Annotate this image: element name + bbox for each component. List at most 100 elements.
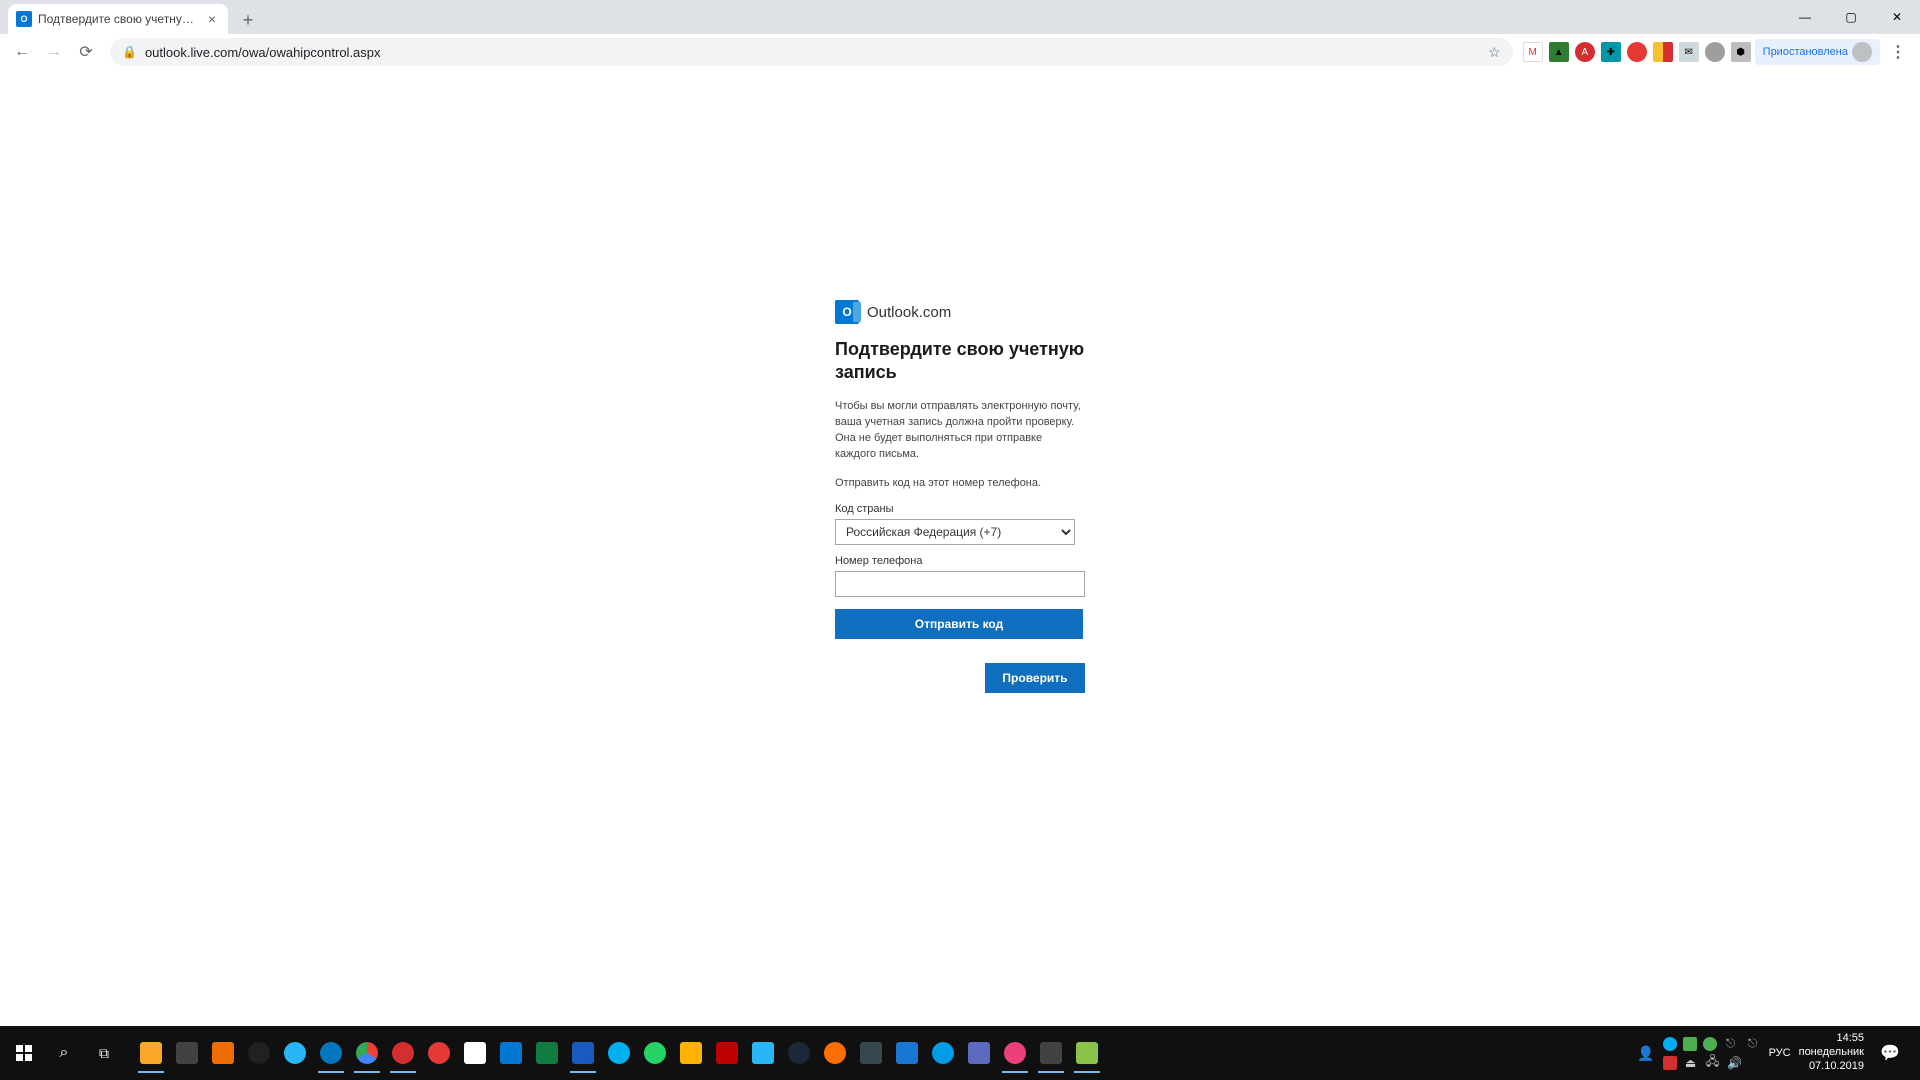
taskbar-explorer[interactable] — [134, 1033, 168, 1073]
task-view-icon: ⧉ — [99, 1045, 109, 1062]
taskbar-store[interactable] — [458, 1033, 492, 1073]
tray-icon[interactable]: ⎋ — [1723, 1036, 1739, 1052]
tray-icon[interactable]: ⎋ — [1745, 1036, 1761, 1052]
outlook-logo-icon: O — [835, 300, 859, 324]
action-center-button[interactable]: 💬 — [1872, 1033, 1908, 1073]
verify-card: O Outlook.com Подтвердите свою учетную з… — [835, 300, 1085, 1026]
forward-button[interactable]: → — [40, 38, 68, 66]
brand-row: O Outlook.com — [835, 300, 1085, 324]
brand-text: Outlook.com — [867, 304, 951, 321]
taskbar-ie[interactable] — [278, 1033, 312, 1073]
close-tab-icon[interactable]: × — [204, 11, 220, 27]
taskbar-skype[interactable] — [602, 1033, 636, 1073]
tab-title: Подтвердите свою учетную за — [38, 12, 198, 26]
tray-network-icon[interactable]: 🖧 — [1705, 1055, 1721, 1071]
taskbar-app[interactable] — [890, 1033, 924, 1073]
country-label: Код страны — [835, 503, 1085, 515]
phone-number-input[interactable] — [835, 571, 1085, 597]
verify-button[interactable]: Проверить — [985, 663, 1085, 693]
reload-button[interactable]: ⟳ — [72, 38, 100, 66]
tray-icon[interactable] — [1683, 1037, 1697, 1051]
taskbar-mail[interactable] — [1034, 1033, 1068, 1073]
clock-day: понедельник — [1799, 1046, 1864, 1060]
taskbar-app[interactable] — [962, 1033, 996, 1073]
search-icon: ⌕ — [60, 1044, 69, 1062]
browser-chrome: O Подтвердите свою учетную за × + — ▢ ✕ … — [0, 0, 1920, 70]
page-heading: Подтвердите свою учетную запись — [835, 338, 1085, 385]
maximize-button[interactable]: ▢ — [1828, 0, 1874, 34]
start-button[interactable] — [4, 1033, 44, 1073]
clock-date: 07.10.2019 — [1799, 1060, 1864, 1074]
ext-icon[interactable]: ✉ — [1679, 42, 1699, 62]
taskbar-opera[interactable] — [422, 1033, 456, 1073]
taskbar-app[interactable] — [746, 1033, 780, 1073]
address-bar[interactable]: 🔒 outlook.live.com/owa/owahipcontrol.asp… — [110, 38, 1513, 66]
taskbar-app[interactable] — [1070, 1033, 1104, 1073]
tray-icon[interactable] — [1663, 1056, 1677, 1070]
people-icon[interactable]: 👤 — [1637, 1045, 1654, 1062]
taskbar-whatsapp[interactable] — [638, 1033, 672, 1073]
taskbar-app[interactable] — [170, 1033, 204, 1073]
windows-taskbar: ⌕ ⧉ 👤 — [0, 1026, 1920, 1080]
taskbar-yandex[interactable] — [386, 1033, 420, 1073]
taskbar-excel[interactable] — [530, 1033, 564, 1073]
notification-icon: 💬 — [1880, 1043, 1900, 1063]
back-button[interactable]: ← — [8, 38, 36, 66]
taskbar-app[interactable] — [242, 1033, 276, 1073]
tray-volume-icon[interactable]: 🔊 — [1727, 1055, 1743, 1071]
taskbar-chrome[interactable] — [350, 1033, 384, 1073]
taskbar-search-button[interactable]: ⌕ — [44, 1033, 84, 1073]
browser-tab[interactable]: O Подтвердите свою учетную за × — [8, 4, 228, 34]
abp-ext-icon[interactable]: A — [1575, 42, 1595, 62]
country-code-select[interactable]: Российская Федерация (+7) — [835, 519, 1075, 545]
ext-icon[interactable]: ⬢ — [1731, 42, 1751, 62]
extension-icons: M ▲ A ✚ ✉ ⬢ — [1523, 42, 1751, 62]
taskbar-word[interactable] — [566, 1033, 600, 1073]
system-tray: 👤 ⎋ ⎋ ⏏ 🖧 🔊 РУС 14:55 понедельник 07.10.… — [1637, 1032, 1916, 1073]
minimize-button[interactable]: — — [1782, 0, 1828, 34]
taskbar-app[interactable] — [818, 1033, 852, 1073]
tray-skype-icon[interactable] — [1663, 1037, 1677, 1051]
instruction-text: Отправить код на этот номер телефона. — [835, 477, 1085, 489]
taskbar-app[interactable] — [206, 1033, 240, 1073]
browser-toolbar: ← → ⟳ 🔒 outlook.live.com/owa/owahipcontr… — [0, 34, 1920, 70]
taskbar-app[interactable] — [854, 1033, 888, 1073]
tray-usb-icon[interactable]: ⏏ — [1683, 1055, 1699, 1071]
tray-icon[interactable] — [1703, 1037, 1717, 1051]
chrome-menu-button[interactable]: ⋮ — [1884, 42, 1912, 62]
ext-icon[interactable]: ▲ — [1549, 42, 1569, 62]
taskbar-app[interactable] — [674, 1033, 708, 1073]
taskbar-edge[interactable] — [314, 1033, 348, 1073]
url-text: outlook.live.com/owa/owahipcontrol.aspx — [145, 45, 1480, 60]
page-content: O Outlook.com Подтвердите свою учетную з… — [0, 70, 1920, 1026]
lock-icon: 🔒 — [122, 45, 137, 59]
taskbar-app[interactable] — [998, 1033, 1032, 1073]
taskbar-apps — [134, 1033, 1104, 1073]
body-text: Чтобы вы могли отправлять электронную по… — [835, 399, 1085, 463]
taskbar-app[interactable] — [926, 1033, 960, 1073]
ext-icon[interactable] — [1627, 42, 1647, 62]
new-tab-button[interactable]: + — [234, 6, 262, 34]
sync-label: Приостановлена — [1763, 46, 1848, 58]
task-view-button[interactable]: ⧉ — [84, 1033, 124, 1073]
ext-icon[interactable] — [1653, 42, 1673, 62]
window-controls: — ▢ ✕ — [1782, 0, 1920, 34]
taskbar-outlook[interactable] — [494, 1033, 528, 1073]
phone-label: Номер телефона — [835, 555, 1085, 567]
tab-strip: O Подтвердите свою учетную за × + — [0, 0, 1920, 34]
outlook-favicon-icon: O — [16, 11, 32, 27]
language-indicator[interactable]: РУС — [1769, 1047, 1791, 1059]
ext-icon[interactable]: ✚ — [1601, 42, 1621, 62]
taskbar-filezilla[interactable] — [710, 1033, 744, 1073]
taskbar-steam[interactable] — [782, 1033, 816, 1073]
windows-logo-icon — [16, 1045, 32, 1061]
profile-avatar-icon — [1852, 42, 1872, 62]
gmail-ext-icon[interactable]: M — [1523, 42, 1543, 62]
sync-status-badge[interactable]: Приостановлена — [1755, 39, 1880, 65]
taskbar-clock[interactable]: 14:55 понедельник 07.10.2019 — [1799, 1032, 1864, 1073]
close-window-button[interactable]: ✕ — [1874, 0, 1920, 34]
ext-icon[interactable] — [1705, 42, 1725, 62]
clock-time: 14:55 — [1799, 1032, 1864, 1046]
send-code-button[interactable]: Отправить код — [835, 609, 1083, 639]
bookmark-star-icon[interactable]: ☆ — [1488, 44, 1501, 61]
